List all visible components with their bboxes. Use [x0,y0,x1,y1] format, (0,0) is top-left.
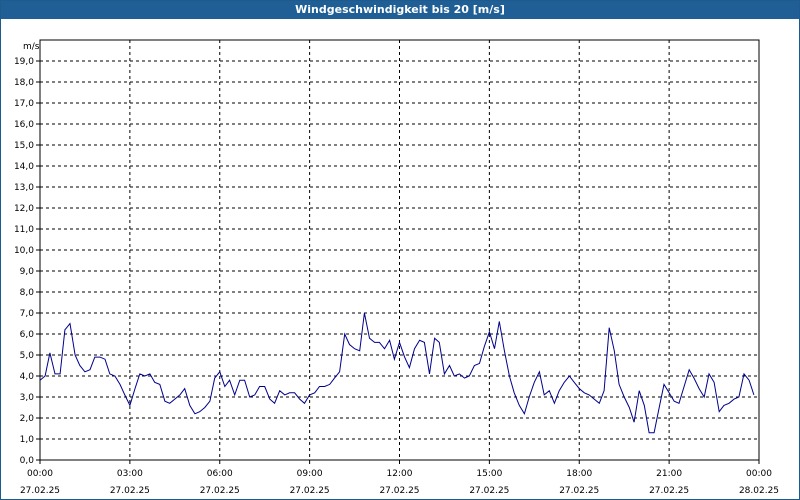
axes: 0,0 1,0 2,0 3,0 4,0 5,0 6,0 7,0 8,0 9,0 10,0 11,0 12… [14,57,779,496]
x-tick-date-label: 27.02.25 [379,486,419,496]
y-tick-label: 10,0 [14,246,34,256]
y-tick-label: 4,0 [20,372,35,382]
y-tick-label: 9,0 [20,267,35,277]
y-tick-label: 5,0 [20,351,35,361]
x-tick-time-label: 15:00 [476,469,502,479]
x-tick-date-label: 27.02.25 [290,486,330,496]
y-tick-label: 8,0 [20,288,35,298]
x-tick-date-label: 27.02.25 [20,486,60,496]
x-tick-time-label: 21:00 [656,469,682,479]
x-tick-date-label: 27.02.25 [110,486,150,496]
y-tick-label: 17,0 [14,99,34,109]
y-axis-unit-label: m/s [23,42,40,52]
x-tick-date-label: 28.02.25 [739,486,779,496]
x-tick-time-label: 00:00 [746,469,772,479]
y-tick-label: 1,0 [20,435,35,445]
x-tick-time-label: 12:00 [387,469,413,479]
x-tick-time-label: 03:00 [117,469,143,479]
y-tick-label: 6,0 [20,330,35,340]
grid-lines [40,40,759,460]
y-tick-label: 13,0 [14,183,34,193]
y-tick-label: 14,0 [14,162,34,172]
y-tick-label: 12,0 [14,204,34,214]
y-tick-label: 18,0 [14,78,34,88]
y-tick-label: 16,0 [14,120,34,130]
x-tick-time-label: 18:00 [566,469,592,479]
wind-speed-line [39,312,755,434]
x-tick-time-label: 00:00 [27,469,53,479]
y-tick-label: 19,0 [14,57,34,67]
y-tick-label: 3,0 [20,393,35,403]
x-tick-date-label: 27.02.25 [469,486,509,496]
y-tick-label: 0,0 [20,456,35,466]
x-tick-time-label: 09:00 [297,469,323,479]
x-tick-date-label: 27.02.25 [559,486,599,496]
y-tick-label: 7,0 [20,309,35,319]
series-layer [39,312,755,434]
y-tick-label: 2,0 [20,414,35,424]
wind-speed-chart: 0,0 1,0 2,0 3,0 4,0 5,0 6,0 7,0 8,0 9,0 10,0 11,0 12… [14,39,779,496]
y-tick-label: 11,0 [14,225,34,235]
x-tick-date-label: 27.02.25 [200,486,240,496]
y-tick-label: 15,0 [14,141,34,151]
x-tick-time-label: 06:00 [207,469,233,479]
x-tick-date-label: 27.02.25 [649,486,689,496]
